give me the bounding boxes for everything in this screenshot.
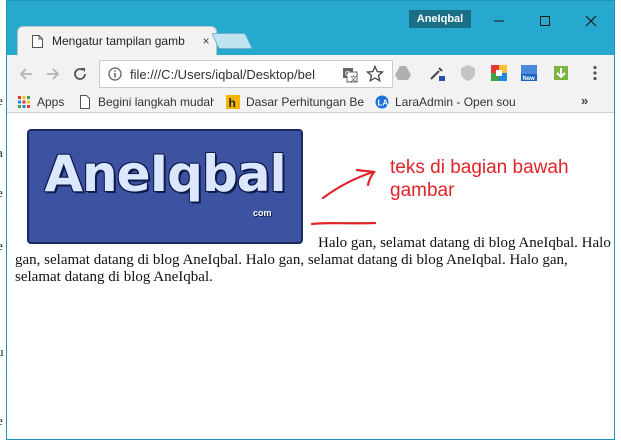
bookmark-begini-langkah[interactable]: Begini langkah mudah (78, 94, 214, 110)
forward-button[interactable] (42, 63, 64, 85)
bookmark-label: LaraAdmin - Open sou (395, 95, 516, 109)
page-content: AneIqbal com teks di bagian bawah gambar… (7, 114, 614, 439)
close-icon (585, 15, 597, 27)
bookmark-laraadmin[interactable]: LA LaraAdmin - Open sou (375, 94, 523, 110)
profile-badge[interactable]: AneIqbal (409, 10, 471, 28)
background-text-fragment: l (0, 358, 1, 374)
colorful-extension-icon[interactable] (490, 64, 508, 82)
bookmark-dasar-perhitungan[interactable]: h Dasar Perhitungan Be (226, 94, 374, 110)
background-text-fragment: e (0, 93, 3, 109)
minimize-button[interactable] (476, 1, 522, 41)
browser-toolbar: file:///C:/Users/iqbal/Desktop/bel G 文 N… (7, 55, 614, 91)
title-bar[interactable]: AneIqbal Mengatur tampilan gamb × (7, 1, 614, 55)
forward-arrow-icon (47, 68, 60, 80)
new-badge-extension-icon[interactable]: New (520, 64, 538, 82)
apps-grid-icon (18, 96, 30, 108)
bookmark-label: Dasar Perhitungan Be (246, 95, 365, 109)
bookmarks-bar: Apps Begini langkah mudah h Dasar Perhit… (7, 91, 614, 113)
background-text-fragment: a (0, 145, 3, 161)
laraadmin-icon: LA (375, 95, 389, 109)
menu-kebab-icon[interactable] (586, 64, 604, 82)
drive-extension-icon[interactable] (394, 64, 412, 82)
reload-button[interactable] (69, 63, 91, 85)
page-icon (80, 95, 90, 109)
background-text-fragment: l (0, 198, 1, 214)
minimize-icon (494, 20, 504, 22)
maximize-icon (540, 16, 550, 26)
tab-close-button[interactable]: × (199, 34, 213, 48)
bookmark-label: Apps (37, 95, 65, 109)
bookmark-apps[interactable]: Apps (17, 94, 77, 110)
eyedropper-extension-icon[interactable] (428, 64, 446, 82)
body-paragraph: Halo gan, selamat datang di blog AneIqba… (15, 235, 611, 285)
translate-icon[interactable]: G 文 (342, 67, 358, 83)
annotation-text: teks di bagian bawah gambar (390, 157, 569, 201)
tab-active[interactable]: Mengatur tampilan gamb × (17, 26, 217, 55)
bookmarks-overflow-button[interactable]: » (581, 93, 588, 108)
logo-text: AneIqbal (44, 145, 286, 203)
bookmark-star-icon[interactable] (366, 65, 384, 83)
info-icon[interactable] (108, 67, 122, 81)
svg-text:New: New (523, 76, 536, 82)
url-text[interactable]: file:///C:/Users/iqbal/Desktop/bel (130, 67, 338, 82)
address-bar[interactable]: file:///C:/Users/iqbal/Desktop/bel G 文 (99, 60, 393, 88)
new-tab-button[interactable] (211, 33, 253, 49)
h-logo-icon: h (226, 95, 240, 109)
close-window-button[interactable] (568, 1, 614, 41)
browser-window: AneIqbal Mengatur tampilan gamb × file:/… (6, 0, 615, 440)
svg-text:LA: LA (378, 99, 389, 108)
back-arrow-icon (19, 68, 32, 80)
svg-text:文: 文 (350, 74, 357, 83)
annotation-arrow-icon (310, 168, 377, 226)
svg-text:h: h (229, 96, 236, 109)
background-text-fragment: e (0, 238, 3, 254)
aneiqbal-logo-image: AneIqbal com (27, 129, 303, 244)
bookmark-label: Begini langkah mudah (98, 95, 214, 109)
logo-subtext: com (253, 208, 272, 218)
maximize-button[interactable] (522, 1, 568, 41)
tab-title: Mengatur tampilan gamb (52, 34, 185, 48)
shield-extension-icon[interactable] (459, 64, 477, 82)
reload-icon (74, 68, 86, 80)
download-extension-icon[interactable] (552, 64, 570, 82)
back-button[interactable] (15, 63, 37, 85)
background-text-fragment: e (0, 413, 3, 429)
document-icon (32, 35, 43, 48)
